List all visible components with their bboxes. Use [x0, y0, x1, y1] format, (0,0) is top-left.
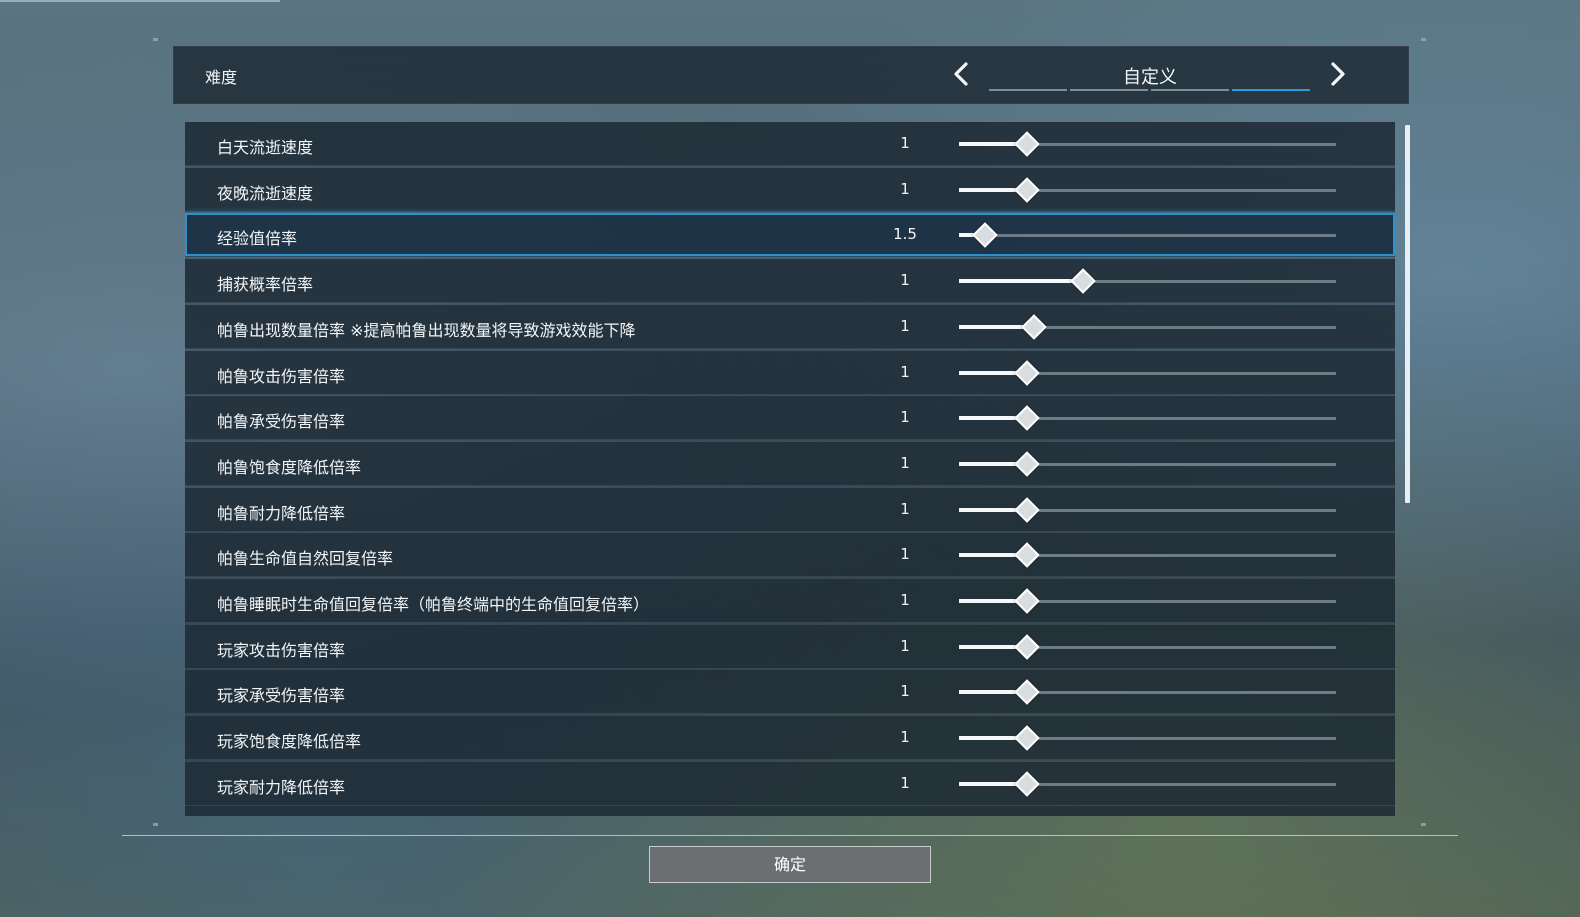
setting-value: 1 [900, 637, 910, 655]
frame-corner [1421, 823, 1426, 826]
setting-row[interactable]: 夜晚流逝速度 1 [185, 168, 1395, 212]
setting-label: 帕鲁承受伤害倍率 [217, 412, 346, 431]
frame-corner [153, 823, 158, 826]
setting-slider[interactable] [959, 588, 1336, 614]
setting-row[interactable]: 帕鲁承受伤害倍率 1 [185, 396, 1395, 440]
difficulty-next-button[interactable] [1325, 61, 1349, 87]
setting-slider[interactable] [959, 542, 1336, 568]
chevron-right-icon [1331, 62, 1345, 86]
setting-row[interactable]: 帕鲁耐力降低倍率 1 [185, 488, 1395, 532]
setting-value: 1 [900, 363, 910, 381]
setting-slider[interactable] [959, 360, 1336, 386]
setting-label: 玩家攻击伤害倍率 [217, 641, 346, 660]
setting-slider[interactable] [959, 222, 1336, 248]
settings-scrollbar[interactable] [1405, 125, 1410, 503]
setting-label: 帕鲁饱食度降低倍率 [217, 458, 362, 477]
setting-row[interactable]: 帕鲁睡眠时生命值回复倍率（帕鲁终端中的生命值回复倍率） 1 [185, 579, 1395, 623]
slider-knob[interactable] [1014, 725, 1040, 751]
setting-label: 玩家承受伤害倍率 [217, 686, 346, 705]
setting-row[interactable]: 帕鲁出现数量倍率 ※提高帕鲁出现数量将导致游戏效能下降 1 [185, 305, 1395, 349]
setting-label: 玩家饱食度降低倍率 [217, 732, 362, 751]
setting-value: 1 [900, 682, 910, 700]
settings-list: 白天流逝速度 1 夜晚流逝速度 1 经验值倍率 1.5 捕获概率倍率 1 帕鲁出现数量倍率 ※提… [185, 122, 1395, 816]
slider-knob[interactable] [1014, 771, 1040, 797]
setting-slider[interactable] [959, 771, 1336, 797]
setting-slider[interactable] [959, 451, 1336, 477]
confirm-button[interactable]: 确定 [649, 846, 931, 883]
setting-row[interactable]: 帕鲁生命值自然回复倍率 1 [185, 533, 1395, 577]
setting-slider[interactable] [959, 497, 1336, 523]
setting-value: 1 [900, 408, 910, 426]
setting-row[interactable]: 玩家耐力降低倍率 1 [185, 762, 1395, 806]
setting-row[interactable]: 帕鲁饱食度降低倍率 1 [185, 442, 1395, 486]
slider-knob[interactable] [1014, 360, 1040, 386]
slider-knob[interactable] [1014, 497, 1040, 523]
slider-knob[interactable] [1014, 177, 1040, 203]
setting-label: 帕鲁出现数量倍率 ※提高帕鲁出现数量将导致游戏效能下降 [217, 321, 636, 340]
difficulty-value: 自定义 [1123, 67, 1177, 88]
slider-knob[interactable] [1014, 131, 1040, 157]
setting-label: 帕鲁睡眠时生命值回复倍率（帕鲁终端中的生命值回复倍率） [217, 595, 650, 614]
setting-label: 夜晚流逝速度 [217, 184, 314, 203]
slider-knob[interactable] [1014, 542, 1040, 568]
slider-knob[interactable] [1021, 314, 1048, 340]
slider-knob[interactable] [1014, 588, 1040, 614]
slider-fill [959, 279, 1084, 283]
frame-corner [1421, 38, 1426, 41]
difficulty-segment [1151, 89, 1229, 91]
setting-value: 1 [900, 591, 910, 609]
difficulty-segment-active [1232, 89, 1310, 91]
setting-row[interactable]: 经验值倍率 1.5 [185, 213, 1395, 257]
setting-value: 1 [900, 454, 910, 472]
setting-slider[interactable] [959, 634, 1336, 660]
setting-label: 经验值倍率 [217, 229, 298, 248]
setting-label: 玩家耐力降低倍率 [217, 778, 346, 797]
setting-label: 白天流逝速度 [217, 138, 314, 157]
slider-knob[interactable] [1070, 268, 1097, 294]
setting-row[interactable]: 帕鲁攻击伤害倍率 1 [185, 351, 1395, 395]
difficulty-segment [1070, 89, 1148, 91]
setting-row[interactable]: 捕获概率倍率 1 [185, 259, 1395, 303]
setting-slider[interactable] [959, 268, 1336, 294]
setting-slider[interactable] [959, 314, 1336, 340]
slider-knob[interactable] [972, 222, 999, 248]
setting-value: 1 [900, 728, 910, 746]
difficulty-label: 难度 [205, 68, 238, 87]
slider-knob[interactable] [1014, 451, 1040, 477]
difficulty-segment [989, 89, 1067, 91]
setting-label: 帕鲁耐力降低倍率 [217, 504, 346, 523]
slider-knob[interactable] [1014, 679, 1040, 705]
setting-row[interactable]: 白天流逝速度 1 [185, 122, 1395, 166]
setting-row[interactable]: 玩家饱食度降低倍率 1 [185, 716, 1395, 760]
setting-label: 帕鲁生命值自然回复倍率 [217, 549, 394, 568]
setting-value: 1.5 [893, 225, 917, 243]
setting-value: 1 [900, 500, 910, 518]
setting-label: 帕鲁攻击伤害倍率 [217, 367, 346, 386]
setting-slider[interactable] [959, 177, 1336, 203]
list-item-partial [185, 806, 1395, 816]
frame-corner [153, 38, 158, 41]
setting-value: 1 [900, 134, 910, 152]
setting-slider[interactable] [959, 725, 1336, 751]
setting-row[interactable]: 玩家攻击伤害倍率 1 [185, 625, 1395, 669]
difficulty-selector: 难度 自定义 [173, 46, 1409, 104]
setting-value: 1 [900, 774, 910, 792]
setting-value: 1 [900, 271, 910, 289]
slider-knob[interactable] [1014, 634, 1040, 660]
difficulty-prev-button[interactable] [950, 61, 974, 87]
setting-slider[interactable] [959, 405, 1336, 431]
setting-value: 1 [900, 545, 910, 563]
setting-value: 1 [900, 317, 910, 335]
slider-knob[interactable] [1014, 405, 1040, 431]
chevron-left-icon [954, 62, 968, 86]
footer-divider [122, 835, 1458, 836]
setting-slider[interactable] [959, 131, 1336, 157]
setting-slider[interactable] [959, 679, 1336, 705]
setting-row[interactable]: 玩家承受伤害倍率 1 [185, 670, 1395, 714]
setting-value: 1 [900, 180, 910, 198]
setting-label: 捕获概率倍率 [217, 275, 314, 294]
top-edge-line [0, 0, 280, 2]
